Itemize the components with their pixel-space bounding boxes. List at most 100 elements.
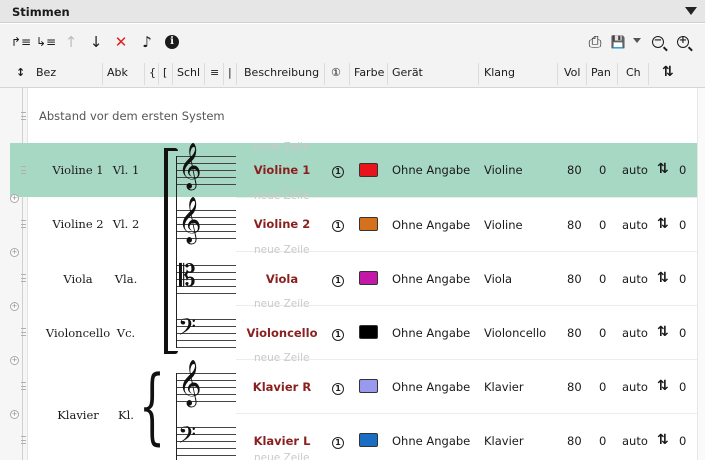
row-abk[interactable]: Kl. (110, 408, 142, 422)
spacing-row-label[interactable]: Abstand vor dem ersten System (39, 109, 225, 123)
row-drag-handle[interactable] (21, 382, 26, 390)
instrument-icon[interactable]: ♪ (136, 31, 158, 53)
row-description[interactable]: Klavier L (238, 434, 326, 448)
col-bez[interactable]: Bez (36, 66, 56, 79)
col-vol[interactable]: Vol (564, 66, 580, 79)
row-bez[interactable]: Viola (48, 272, 108, 286)
row-geraet[interactable]: Ohne Angabe (392, 434, 470, 448)
save-icon[interactable]: 💾 (607, 31, 629, 53)
col-schl[interactable]: Schl (177, 66, 200, 79)
row-geraet[interactable]: Ohne Angabe (392, 163, 470, 177)
row-pan[interactable]: 0 (599, 218, 606, 232)
row-drag-handle[interactable] (21, 436, 26, 444)
row-drag-handle[interactable] (21, 166, 26, 174)
add-multi-staff-icon[interactable]: ↳≡ (35, 31, 57, 53)
row-description[interactable]: Violoncello (238, 326, 326, 340)
row-klang[interactable]: Klavier (484, 434, 524, 448)
row-ch[interactable]: auto (622, 326, 648, 340)
col-abk[interactable]: Abk (107, 66, 128, 79)
col-bar[interactable]: | (228, 66, 232, 79)
row-vol[interactable]: 80 (567, 272, 582, 286)
scrollbar[interactable] (697, 88, 705, 460)
row-vol[interactable]: 80 (567, 163, 582, 177)
transpose-icon[interactable]: ⇅ (657, 161, 669, 177)
row-bez[interactable]: Violoncello (40, 326, 116, 340)
row-description[interactable]: Violine 1 (238, 163, 326, 177)
col-brace[interactable]: { (149, 66, 156, 79)
col-farbe[interactable]: Farbe (354, 66, 384, 79)
new-row-hint[interactable]: neue Zeile (254, 190, 310, 202)
row-one[interactable]: 1 (332, 163, 344, 178)
move-down-icon[interactable]: ↓ (85, 31, 107, 53)
row-geraet[interactable]: Ohne Angabe (392, 218, 470, 232)
move-up-icon[interactable]: ↑ (60, 31, 82, 53)
row-abk[interactable]: Vl. 2 (110, 217, 142, 231)
row-abk[interactable]: Vc. (110, 326, 142, 340)
row-transpose[interactable]: 0 (679, 163, 686, 177)
row-ch[interactable]: auto (622, 434, 648, 448)
row-pan[interactable]: 0 (599, 380, 606, 394)
zoom-out-icon[interactable]: − (647, 31, 669, 53)
insert-handle-icon[interactable]: + (10, 248, 19, 257)
transpose-icon[interactable]: ⇅ (657, 270, 669, 286)
col-geraet[interactable]: Gerät (392, 66, 423, 79)
save-dropdown-icon[interactable] (633, 38, 641, 43)
col-drag[interactable]: ↕ (16, 66, 25, 79)
row-vol[interactable]: 80 (567, 218, 582, 232)
row-one[interactable]: 1 (332, 380, 344, 395)
new-row-hint[interactable]: neue Zeile (254, 352, 310, 364)
row-geraet[interactable]: Ohne Angabe (392, 326, 470, 340)
transpose-icon[interactable]: ⇅ (657, 378, 669, 394)
row-geraet[interactable]: Ohne Angabe (392, 380, 470, 394)
row-color-swatch[interactable] (359, 271, 378, 285)
row-abk[interactable]: Vl. 1 (110, 163, 142, 177)
row-description[interactable]: Violine 2 (238, 217, 326, 231)
row-pan[interactable]: 0 (599, 272, 606, 286)
row-vol[interactable]: 80 (567, 434, 582, 448)
row-color-swatch[interactable] (359, 325, 378, 339)
row-drag-handle[interactable] (21, 220, 26, 228)
insert-handle-icon[interactable]: + (10, 194, 19, 203)
sort-icon[interactable]: ⇅ (662, 64, 674, 80)
row-drag-handle[interactable] (21, 274, 26, 282)
row-color-swatch[interactable] (359, 433, 378, 447)
row-pan[interactable]: 0 (599, 434, 606, 448)
info-icon[interactable]: i (161, 31, 183, 53)
row-pan[interactable]: 0 (599, 326, 606, 340)
row-one[interactable]: 1 (332, 434, 344, 449)
row-transpose[interactable]: 0 (679, 272, 686, 286)
row-klang[interactable]: Violine (484, 218, 523, 232)
row-klang[interactable]: Klavier (484, 380, 524, 394)
row-klang[interactable]: Violoncello (484, 326, 546, 340)
row-ch[interactable]: auto (622, 272, 648, 286)
row-transpose[interactable]: 0 (679, 326, 686, 340)
row-description[interactable]: Viola (238, 272, 326, 286)
insert-handle-icon[interactable]: + (10, 410, 19, 419)
row-klang[interactable]: Viola (484, 272, 512, 286)
transpose-icon[interactable]: ⇅ (657, 324, 669, 340)
row-bez[interactable]: Violine 2 (48, 217, 108, 231)
row-description[interactable]: Klavier R (238, 380, 326, 394)
row-ch[interactable]: auto (622, 163, 648, 177)
new-row-hint[interactable]: neue Zeile (254, 141, 310, 153)
col-beschreibung[interactable]: Beschreibung (244, 66, 319, 79)
add-staff-icon[interactable]: ↱≡ (10, 31, 32, 53)
row-abk[interactable]: Vla. (110, 272, 142, 286)
row-color-swatch[interactable] (359, 379, 378, 393)
row-color-swatch[interactable] (359, 217, 378, 231)
row-bez[interactable]: Violine 1 (48, 163, 108, 177)
row-drag-handle[interactable] (21, 112, 26, 120)
insert-handle-icon[interactable]: + (10, 302, 19, 311)
transpose-icon[interactable]: ⇅ (657, 216, 669, 232)
row-transpose[interactable]: 0 (679, 434, 686, 448)
row-transpose[interactable]: 0 (679, 218, 686, 232)
zoom-in-icon[interactable]: + (672, 31, 694, 53)
col-pan[interactable]: Pan (591, 66, 611, 79)
row-one[interactable]: 1 (332, 217, 344, 232)
row-one[interactable]: 1 (332, 272, 344, 287)
row-color-swatch[interactable] (359, 163, 378, 177)
print-icon[interactable]: ⎙ (584, 31, 606, 53)
delete-icon[interactable]: ✕ (110, 31, 132, 53)
col-lines[interactable]: ≡ (210, 66, 219, 79)
row-vol[interactable]: 80 (567, 326, 582, 340)
